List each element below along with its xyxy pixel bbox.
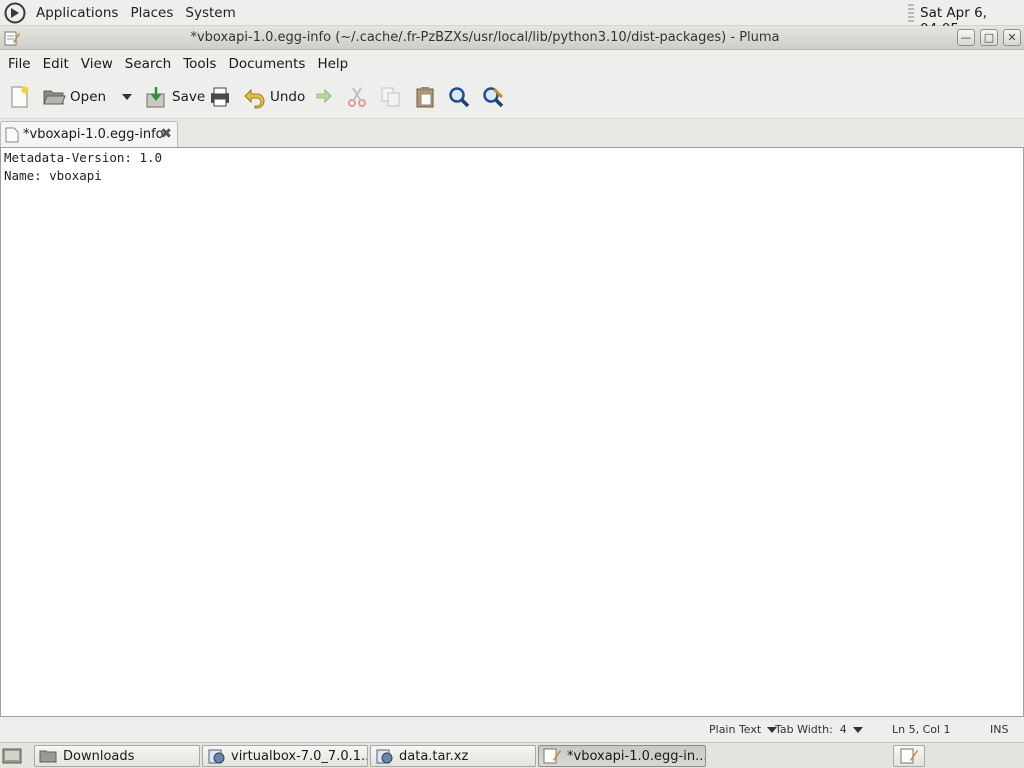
tab-width-label: Tab Width: 4	[775, 723, 847, 736]
document-icon	[5, 127, 19, 142]
copy-button[interactable]	[379, 83, 403, 111]
menu-search[interactable]: Search	[119, 56, 177, 72]
taskbar-label: *vboxapi-1.0.egg-in...	[567, 748, 706, 764]
replace-button[interactable]	[481, 83, 505, 111]
save-icon	[146, 87, 165, 108]
package-icon	[208, 749, 225, 764]
taskbar-label: Downloads	[63, 748, 135, 764]
panel-menu-system[interactable]: System	[179, 5, 241, 21]
taskbar-item-virtualbox-deb[interactable]: virtualbox-7.0_7.0.1...	[202, 745, 368, 767]
taskbar-item-data-tar-xz[interactable]: data.tar.xz	[370, 745, 536, 767]
undo-label: Undo	[270, 89, 306, 105]
menu-file[interactable]: File	[2, 56, 37, 72]
text-editor-area[interactable]: Metadata-Version: 1.0 Name: vboxapi	[0, 147, 1024, 717]
cut-button[interactable]	[345, 83, 369, 111]
window-title: *vboxapi-1.0.egg-info (~/.cache/.fr-PzBZ…	[190, 30, 780, 45]
bottom-panel: Downloads virtualbox-7.0_7.0.1... data.t…	[0, 742, 1024, 768]
menu-view[interactable]: View	[75, 56, 119, 72]
open-label: Open	[70, 89, 107, 105]
redo-button[interactable]	[310, 83, 334, 111]
undo-icon	[244, 88, 265, 109]
print-button[interactable]	[208, 83, 232, 111]
taskbar-label: data.tar.xz	[399, 748, 469, 764]
document-tabs: *vboxapi-1.0.egg-info ✖	[0, 119, 1024, 147]
taskbar-item-pluma[interactable]: *vboxapi-1.0.egg-in...	[538, 745, 706, 767]
editor-line-2[interactable]: Name: vboxapi	[1, 167, 1023, 185]
printer-icon	[211, 87, 229, 107]
chevron-down-icon	[122, 94, 132, 100]
insert-mode: INS	[990, 723, 1009, 736]
new-document-icon	[11, 86, 29, 108]
chevron-down-icon	[852, 726, 863, 733]
new-document-button[interactable]	[8, 83, 32, 111]
copy-icon	[381, 87, 400, 107]
panel-menu-places[interactable]: Places	[124, 5, 179, 21]
maximize-button[interactable]: □	[980, 29, 998, 46]
tab-label: *vboxapi-1.0.egg-info	[23, 127, 164, 142]
package-icon	[376, 749, 393, 764]
editor-line-1[interactable]: Metadata-Version: 1.0	[1, 149, 1023, 167]
save-label: Save	[172, 89, 206, 105]
tab-vboxapi-egg-info[interactable]: *vboxapi-1.0.egg-info ✖	[0, 121, 178, 147]
open-button[interactable]: Open	[42, 83, 106, 111]
menu-documents[interactable]: Documents	[222, 56, 311, 72]
cursor-position: Ln 5, Col 1	[892, 723, 951, 736]
search-icon	[449, 87, 470, 108]
menubar: File Edit View Search Tools Documents He…	[0, 50, 1024, 77]
panel-menu-applications[interactable]: Applications	[30, 5, 124, 21]
window-titlebar[interactable]: *vboxapi-1.0.egg-info (~/.cache/.fr-PzBZ…	[0, 26, 1024, 50]
language-selector[interactable]: Plain Text	[709, 723, 778, 736]
text-editor-icon	[543, 748, 561, 764]
show-desktop-icon[interactable]	[2, 747, 22, 765]
paste-icon	[416, 87, 434, 108]
scissors-icon	[348, 87, 366, 107]
search-replace-icon	[483, 87, 504, 108]
workspace-switcher[interactable]	[893, 745, 925, 767]
paste-button[interactable]	[413, 83, 437, 111]
text-editor-icon	[900, 748, 918, 764]
close-tab-icon[interactable]: ✖	[160, 126, 172, 142]
tab-width-selector[interactable]: Tab Width: 4	[775, 723, 863, 736]
menu-tools[interactable]: Tools	[177, 56, 222, 72]
mate-logo-icon[interactable]	[4, 2, 26, 24]
menu-edit[interactable]: Edit	[37, 56, 75, 72]
toolbar: Open Save Undo	[0, 77, 1024, 119]
save-button[interactable]: Save	[144, 83, 205, 111]
menu-help[interactable]: Help	[311, 56, 354, 72]
taskbar-label: virtualbox-7.0_7.0.1...	[231, 748, 368, 764]
close-window-button[interactable]: ✕	[1003, 29, 1021, 46]
redo-icon	[316, 88, 332, 104]
panel-grip[interactable]	[908, 4, 914, 22]
search-button[interactable]	[447, 83, 471, 111]
folder-open-icon	[43, 90, 66, 105]
minimize-button[interactable]: —	[957, 29, 975, 46]
statusbar: Plain Text Tab Width: 4 Ln 5, Col 1 INS	[0, 717, 1024, 742]
open-recent-dropdown[interactable]	[116, 83, 132, 111]
folder-icon	[39, 750, 57, 763]
top-panel: Applications Places System Sat Apr 6, 04…	[0, 0, 1024, 37]
language-label: Plain Text	[709, 723, 762, 736]
taskbar-item-downloads[interactable]: Downloads	[34, 745, 200, 767]
undo-button[interactable]: Undo	[242, 83, 305, 111]
